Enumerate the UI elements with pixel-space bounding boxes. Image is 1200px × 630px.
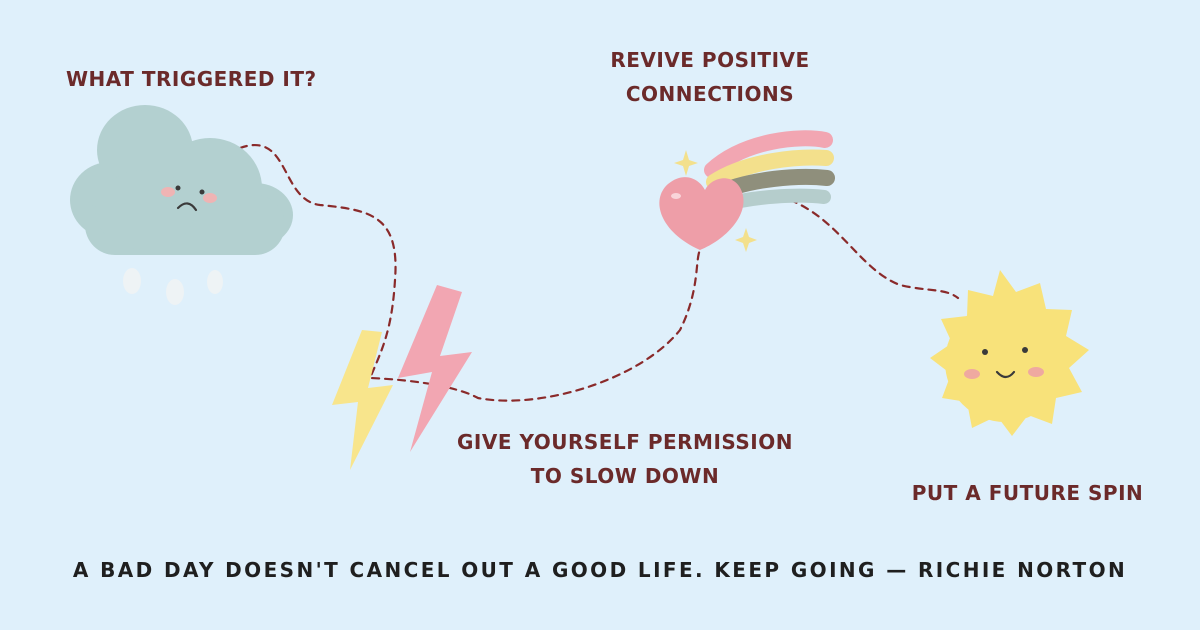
quote-text: A BAD DAY DOESN'T CANCEL OUT A GOOD LIFE… xyxy=(72,558,1128,582)
label-permission-slow-down: GIVE YOURSELF PERMISSION TO SLOW DOWN xyxy=(450,425,800,493)
label-what-triggered: WHAT TRIGGERED IT? xyxy=(66,62,317,96)
label-permission-line1: GIVE YOURSELF PERMISSION xyxy=(457,430,793,454)
label-future-spin: PUT A FUTURE SPIN xyxy=(905,476,1150,510)
label-revive-connections: REVIVE POSITIVE CONNECTIONS xyxy=(585,43,835,111)
dashed-path-2 xyxy=(788,198,960,300)
label-revive-line1: REVIVE POSITIVE xyxy=(610,48,810,72)
dashed-path xyxy=(238,144,702,402)
label-future-text: PUT A FUTURE SPIN xyxy=(911,481,1144,505)
label-revive-line2: CONNECTIONS xyxy=(625,82,795,106)
label-what-triggered-text: WHAT TRIGGERED IT? xyxy=(66,67,317,91)
rainbow-heart-icon xyxy=(659,130,835,252)
label-permission-line2: TO SLOW DOWN xyxy=(530,464,720,488)
infographic: WHAT TRIGGERED IT? REVIVE POSITIVE CONNE… xyxy=(0,0,1200,630)
sad-cloud-icon xyxy=(70,105,293,305)
